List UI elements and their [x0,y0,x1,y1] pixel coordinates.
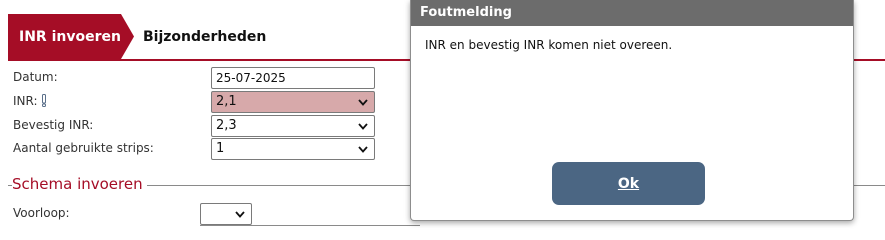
inr-label: INR: [13,94,38,108]
dialog-title: Foutmelding [411,0,853,26]
next-field-border [200,225,420,227]
inr-app: INR invoeren Bijzonderheden Datum: 25-07… [0,0,885,227]
bevestig-inr-select[interactable]: 2,3 [211,115,375,137]
voorloop-row: Voorloop: [0,203,420,225]
tab-inr-invoeren[interactable]: INR invoeren [8,14,134,59]
chevron-down-icon [358,99,368,106]
chevron-down-icon [358,146,368,153]
bevestig-select-value: 2,3 [216,118,237,133]
voorloop-select[interactable] [200,203,252,225]
tab-bijzonderheden-label: Bijzonderheden [143,28,267,45]
inr-label-wrap: INR: [13,94,47,110]
strips-select[interactable]: 1 [211,138,375,160]
tab-bijzonderheden[interactable]: Bijzonderheden [143,14,266,59]
strips-row: Aantal gebruikte strips: 1 [0,138,420,160]
chevron-down-icon [358,123,368,130]
bevestig-row: Bevestig INR: 2,3 [0,115,420,137]
strips-label: Aantal gebruikte strips: [13,141,154,155]
exclamation-warning-icon [41,94,47,110]
strips-select-value: 1 [216,141,225,156]
inr-select-value: 2,1 [216,94,237,109]
datum-row: Datum: 25-07-2025 [0,67,420,89]
voorloop-label: Voorloop: [13,206,70,220]
error-dialog: Foutmelding INR en bevestig INR komen ni… [410,0,854,221]
chevron-down-icon [235,211,245,218]
datum-label: Datum: [13,70,58,84]
ok-button-label: Ok [617,175,640,192]
ok-button[interactable]: Ok [552,162,705,205]
bevestig-label: Bevestig INR: [13,118,94,132]
tab-inr-invoeren-label: INR invoeren [19,28,121,45]
inr-row: INR: 2,1 [0,91,420,113]
schema-section-legend: Schema invoeren [12,175,147,193]
dialog-message: INR en bevestig INR komen niet overeen. [425,38,673,52]
inr-select[interactable]: 2,1 [211,91,375,113]
datum-input[interactable]: 25-07-2025 [211,67,375,89]
